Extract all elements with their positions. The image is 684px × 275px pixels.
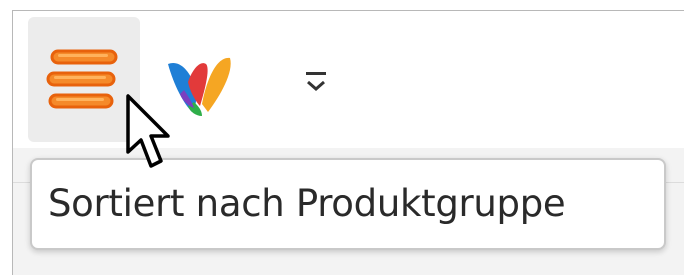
mouse-pointer-icon: [126, 94, 170, 168]
overflow-menu-button[interactable]: [290, 62, 340, 106]
chevron-down-icon: [306, 72, 326, 91]
list-sort-icon: [46, 49, 118, 109]
tooltip-text: Sortiert nach Produktgruppe: [48, 182, 566, 225]
